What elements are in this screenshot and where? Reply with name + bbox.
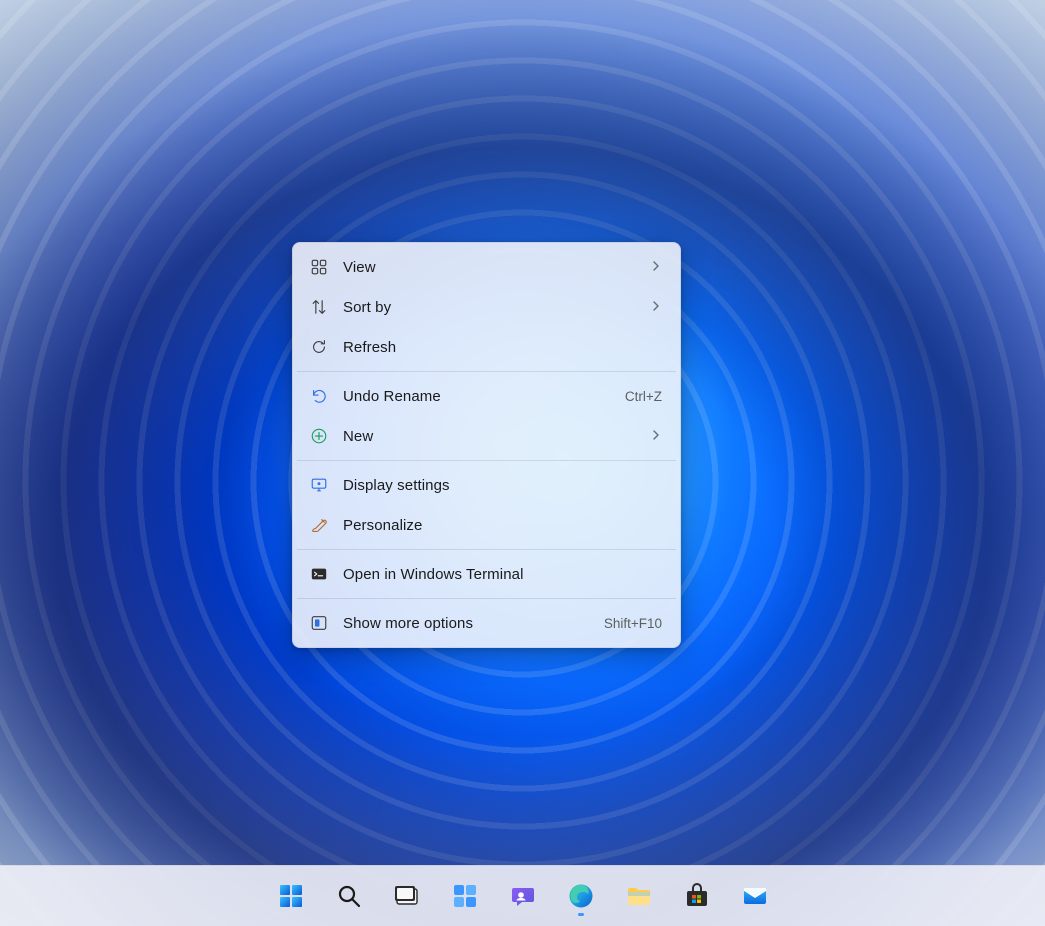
- menu-item-display-settings[interactable]: Display settings: [297, 465, 676, 505]
- menu-separator: [297, 549, 676, 550]
- more-icon: [309, 613, 329, 633]
- menu-item-personalize[interactable]: Personalize: [297, 505, 676, 545]
- store-icon: [684, 883, 710, 909]
- grid-icon: [309, 257, 329, 277]
- menu-item-view[interactable]: View: [297, 247, 676, 287]
- desktop-context-menu: View Sort by Refresh Undo Rena: [292, 242, 681, 648]
- start-button[interactable]: [269, 874, 313, 918]
- mail-icon: [742, 883, 768, 909]
- menu-item-label: Personalize: [343, 517, 662, 534]
- display-icon: [309, 475, 329, 495]
- menu-item-show-more[interactable]: Show more options Shift+F10: [297, 603, 676, 643]
- menu-item-label: Sort by: [343, 299, 650, 316]
- chat-button[interactable]: [501, 874, 545, 918]
- terminal-icon: [309, 564, 329, 584]
- menu-item-accelerator: Ctrl+Z: [625, 389, 662, 404]
- personalize-icon: [309, 515, 329, 535]
- menu-item-label: Open in Windows Terminal: [343, 566, 662, 583]
- menu-separator: [297, 371, 676, 372]
- mail-button[interactable]: [733, 874, 777, 918]
- menu-item-accelerator: Shift+F10: [604, 616, 662, 631]
- chevron-right-icon: [650, 259, 662, 276]
- menu-item-label: New: [343, 428, 650, 445]
- taskview-icon: [394, 883, 420, 909]
- search-button[interactable]: [327, 874, 371, 918]
- menu-item-label: View: [343, 259, 650, 276]
- menu-item-label: Show more options: [343, 615, 604, 632]
- widgets-icon: [452, 883, 478, 909]
- taskbar: [0, 865, 1045, 926]
- start-icon: [278, 883, 304, 909]
- menu-item-terminal[interactable]: Open in Windows Terminal: [297, 554, 676, 594]
- refresh-icon: [309, 337, 329, 357]
- menu-item-refresh[interactable]: Refresh: [297, 327, 676, 367]
- menu-separator: [297, 598, 676, 599]
- sort-icon: [309, 297, 329, 317]
- chevron-right-icon: [650, 299, 662, 316]
- undo-icon: [309, 386, 329, 406]
- menu-item-label: Display settings: [343, 477, 662, 494]
- menu-item-undo-rename[interactable]: Undo Rename Ctrl+Z: [297, 376, 676, 416]
- edge-button[interactable]: [559, 874, 603, 918]
- menu-item-label: Undo Rename: [343, 388, 625, 405]
- search-icon: [336, 883, 362, 909]
- chat-icon: [510, 883, 536, 909]
- chevron-right-icon: [650, 428, 662, 445]
- menu-item-label: Refresh: [343, 339, 662, 356]
- store-button[interactable]: [675, 874, 719, 918]
- edge-icon: [568, 883, 594, 909]
- menu-item-new[interactable]: New: [297, 416, 676, 456]
- new-icon: [309, 426, 329, 446]
- taskview-button[interactable]: [385, 874, 429, 918]
- file-explorer-button[interactable]: [617, 874, 661, 918]
- menu-separator: [297, 460, 676, 461]
- menu-item-sort-by[interactable]: Sort by: [297, 287, 676, 327]
- widgets-button[interactable]: [443, 874, 487, 918]
- file-explorer-icon: [626, 883, 652, 909]
